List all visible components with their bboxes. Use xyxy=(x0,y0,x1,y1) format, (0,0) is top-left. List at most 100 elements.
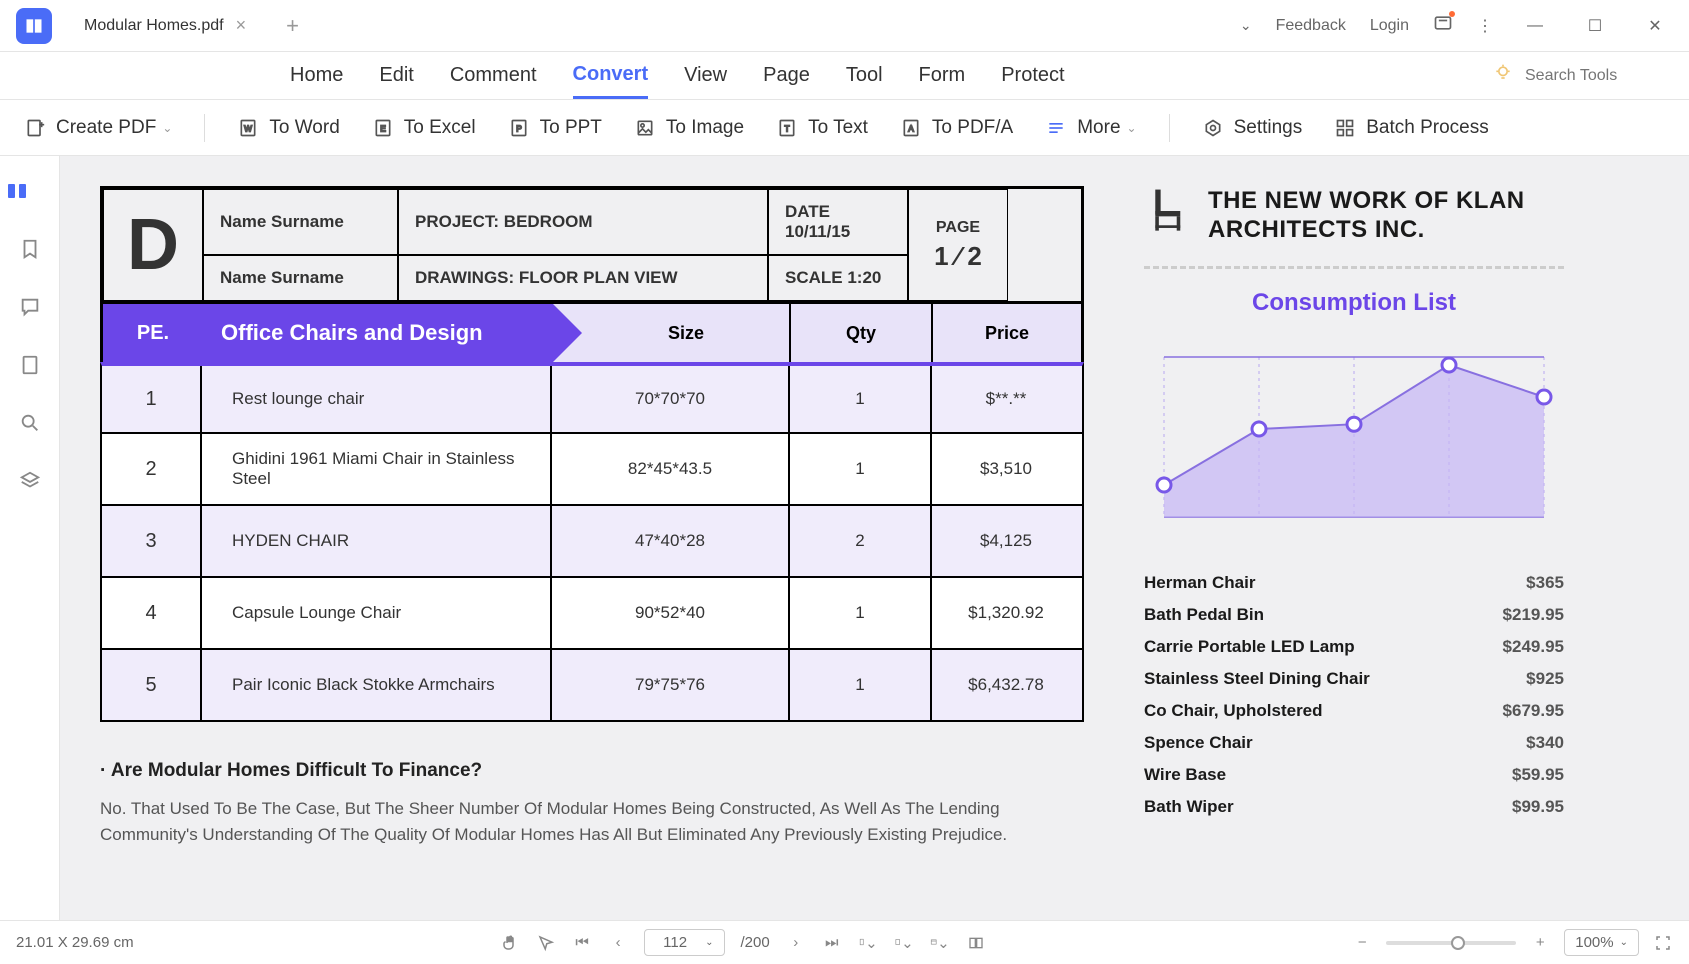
fit-height-icon[interactable]: ⌄ xyxy=(858,934,878,952)
table-row: 5Pair Iconic Black Stokke Armchairs79*75… xyxy=(100,650,1084,722)
create-pdf-button[interactable]: Create PDF⌄ xyxy=(24,117,172,139)
ppt-icon: P xyxy=(508,117,530,139)
list-item: Bath Pedal Bin$219.95 xyxy=(1144,599,1564,631)
svg-text:W: W xyxy=(244,123,252,133)
app-logo xyxy=(16,8,52,44)
add-tab-button[interactable]: + xyxy=(286,13,299,39)
batch-icon xyxy=(1334,117,1356,139)
batch-process-button[interactable]: Batch Process xyxy=(1334,117,1489,139)
layers-icon[interactable] xyxy=(15,466,45,496)
table-row: 3HYDEN CHAIR47*40*282$4,125 xyxy=(100,506,1084,578)
doc-header: D Name Surname PROJECT: BEDROOM DATE 10/… xyxy=(100,186,1084,304)
hand-tool-icon[interactable] xyxy=(500,934,520,952)
name2-cell: Name Surname xyxy=(203,255,398,301)
search-input[interactable] xyxy=(1525,67,1665,85)
search-icon[interactable] xyxy=(15,408,45,438)
menu-view[interactable]: View xyxy=(684,54,727,97)
chair-icon xyxy=(1144,186,1188,246)
zoom-slider[interactable] xyxy=(1386,941,1516,945)
table-row: 4Capsule Lounge Chair90*52*401$1,320.92 xyxy=(100,578,1084,650)
prev-page-icon[interactable]: ‹ xyxy=(608,934,628,951)
two-page-icon[interactable] xyxy=(966,935,986,951)
menu-comment[interactable]: Comment xyxy=(450,54,537,97)
faq-title: · Are Modular Homes Difficult To Finance… xyxy=(100,760,1084,782)
list-item: Wire Base$59.95 xyxy=(1144,759,1564,791)
excel-icon: E xyxy=(372,117,394,139)
page-dimensions: 21.01 X 29.69 cm xyxy=(16,934,134,951)
to-pdfa-button[interactable]: ATo PDF/A xyxy=(900,117,1013,139)
more-icon xyxy=(1045,117,1067,139)
arch-header: THE NEW WORK OF KLAN ARCHITECTS INC. xyxy=(1144,186,1564,246)
hint-icon[interactable] xyxy=(1493,63,1513,88)
pdfa-icon: A xyxy=(900,117,922,139)
more-button[interactable]: More⌄ xyxy=(1045,117,1136,139)
tab-title: Modular Homes.pdf xyxy=(84,17,224,35)
next-page-icon[interactable]: › xyxy=(786,934,806,951)
document-tab[interactable]: Modular Homes.pdf × xyxy=(64,5,266,46)
menu-tool[interactable]: Tool xyxy=(846,54,883,97)
comment-icon[interactable] xyxy=(15,292,45,322)
table-row: 1Rest lounge chair70*70*701$**.** xyxy=(100,362,1084,434)
last-page-icon[interactable]: ⏭ xyxy=(822,934,842,951)
more-menu-icon[interactable]: ⋮ xyxy=(1477,16,1493,36)
svg-text:P: P xyxy=(516,123,522,133)
list-item: Co Chair, Upholstered$679.95 xyxy=(1144,695,1564,727)
svg-text:A: A xyxy=(908,123,914,133)
maximize-button[interactable]: ☐ xyxy=(1577,16,1613,36)
list-item: Spence Chair$340 xyxy=(1144,727,1564,759)
drawings-cell: DRAWINGS: FLOOR PLAN VIEW xyxy=(398,255,768,301)
zoom-out-icon[interactable]: − xyxy=(1352,934,1372,951)
menu-convert[interactable]: Convert xyxy=(573,53,649,99)
menu-form[interactable]: Form xyxy=(919,54,966,97)
message-icon[interactable] xyxy=(1433,13,1453,38)
login-link[interactable]: Login xyxy=(1370,17,1409,35)
list-item: Stainless Steel Dining Chair$925 xyxy=(1144,663,1564,695)
page-cell: PAGE 1 ⁄ 2 xyxy=(908,189,1008,301)
name1-cell: Name Surname xyxy=(203,189,398,255)
date-cell: DATE 10/11/15 xyxy=(768,189,908,255)
settings-button[interactable]: Settings xyxy=(1202,117,1303,139)
minimize-button[interactable]: — xyxy=(1517,17,1553,35)
fullscreen-icon[interactable] xyxy=(1653,934,1673,952)
close-window-button[interactable]: ✕ xyxy=(1637,16,1673,36)
project-cell: PROJECT: BEDROOM xyxy=(398,189,768,255)
side-rail xyxy=(0,156,60,920)
text-icon: T xyxy=(776,117,798,139)
chevron-down-icon: ⌄ xyxy=(162,121,172,135)
close-tab-icon[interactable]: × xyxy=(236,15,247,36)
bookmark-icon[interactable] xyxy=(15,234,45,264)
consumption-chart xyxy=(1144,337,1564,537)
first-page-icon[interactable]: ⏮ xyxy=(572,934,592,951)
doc-logo: D xyxy=(103,189,203,301)
to-excel-button[interactable]: ETo Excel xyxy=(372,117,476,139)
svg-text:E: E xyxy=(380,123,386,133)
zoom-level[interactable]: 100%⌄ xyxy=(1564,929,1639,956)
to-word-button[interactable]: WTo Word xyxy=(237,117,339,139)
menu-protect[interactable]: Protect xyxy=(1001,54,1064,97)
settings-icon xyxy=(1202,117,1224,139)
zoom-in-icon[interactable]: + xyxy=(1530,934,1550,951)
table-row: 2Ghidini 1961 Miami Chair in Stainless S… xyxy=(100,434,1084,506)
select-tool-icon[interactable] xyxy=(536,934,556,952)
consumption-list: Herman Chair$365Bath Pedal Bin$219.95Car… xyxy=(1144,567,1564,823)
chevron-down-icon: ⌄ xyxy=(1127,121,1137,135)
image-icon xyxy=(634,117,656,139)
menu-edit[interactable]: Edit xyxy=(379,54,413,97)
menu-home[interactable]: Home xyxy=(290,54,343,97)
chevron-down-icon: ⌄ xyxy=(705,937,713,948)
to-image-button[interactable]: To Image xyxy=(634,117,744,139)
attachment-icon[interactable] xyxy=(15,350,45,380)
menu-page[interactable]: Page xyxy=(763,54,810,97)
list-item: Carrie Portable LED Lamp$249.95 xyxy=(1144,631,1564,663)
single-page-icon[interactable]: ⌄ xyxy=(894,934,914,952)
to-text-button[interactable]: TTo Text xyxy=(776,117,868,139)
thumbnails-icon[interactable] xyxy=(0,176,43,206)
word-icon: W xyxy=(237,117,259,139)
feedback-link[interactable]: Feedback xyxy=(1276,17,1346,35)
chevron-down-icon[interactable]: ⌄ xyxy=(1240,17,1252,34)
document-canvas: D Name Surname PROJECT: BEDROOM DATE 10/… xyxy=(60,156,1689,920)
to-ppt-button[interactable]: PTo PPT xyxy=(508,117,602,139)
list-item: Bath Wiper$99.95 xyxy=(1144,791,1564,823)
page-selector[interactable]: 112 ⌄ xyxy=(644,929,724,956)
read-mode-icon[interactable]: ⌄ xyxy=(930,934,950,952)
